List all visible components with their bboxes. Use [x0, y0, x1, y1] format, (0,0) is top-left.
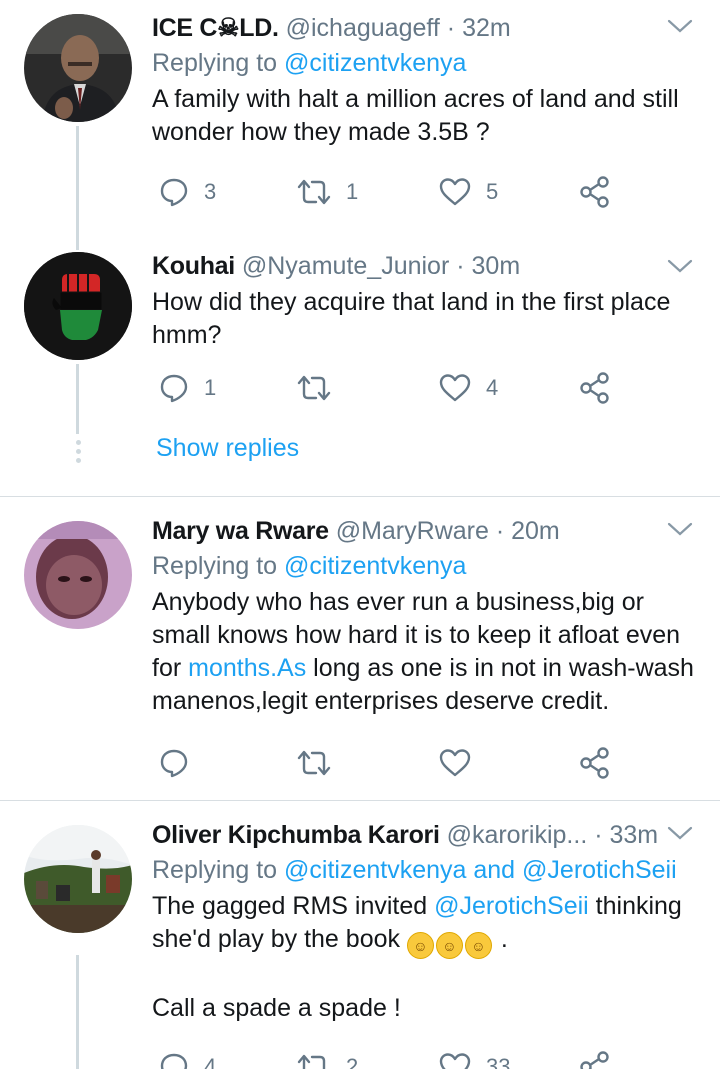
avatar-kouhai[interactable] [24, 252, 132, 360]
thread-line [76, 364, 79, 434]
replying-prefix: Replying to [152, 856, 285, 884]
like-button[interactable]: 5 [438, 172, 498, 212]
heart-icon [439, 178, 471, 206]
tweet-text-part: . [493, 925, 508, 953]
replying-to: Replying to @citizentvkenya [152, 550, 696, 582]
share-icon [580, 747, 609, 779]
tweet-text-link[interactable]: months.As [188, 654, 306, 682]
retweet-button[interactable]: 1 [296, 172, 358, 212]
retweet-icon [297, 1054, 326, 1069]
tweet-mary-wa-rware[interactable]: Mary wa Rware @MaryRware · 20m Replying … [0, 497, 720, 800]
tweet-text-link[interactable]: @JerotichSeii [434, 892, 589, 920]
chevron-down-icon[interactable] [666, 16, 694, 36]
tweet-oliver-karori[interactable]: Oliver Kipchumba Karori @karorikip... · … [0, 801, 720, 1069]
thread-line [76, 126, 79, 240]
reply-button[interactable]: 1 [158, 368, 216, 408]
author-handle[interactable]: @karorikip... [447, 821, 588, 849]
author-handle[interactable]: @MaryRware [336, 517, 489, 545]
replying-to-link[interactable]: @citizentvkenya [284, 49, 466, 77]
replying-to-link[interactable]: @citizentvkenya [284, 552, 466, 580]
separator: · [594, 821, 603, 849]
separator: · [456, 252, 465, 280]
reply-button[interactable]: 4 [158, 1047, 216, 1069]
like-count: 5 [486, 179, 499, 204]
chevron-down-icon[interactable] [666, 823, 694, 843]
author-name[interactable]: Kouhai [152, 252, 235, 280]
thread-line [76, 240, 79, 250]
tweet-text: How did they acquire that land in the fi… [152, 288, 671, 349]
separator: · [495, 517, 505, 545]
share-icon [580, 372, 609, 404]
replying-to-link[interactable]: @citizentvkenya and @JerotichSeii [284, 856, 677, 884]
retweet-count: 2 [346, 1054, 359, 1069]
tweet-kouhai[interactable]: Kouhai @Nyamute_Junior · 30m How did the… [0, 240, 720, 496]
like-button[interactable] [438, 743, 472, 783]
reply-icon [160, 374, 188, 403]
like-button[interactable]: 33 [438, 1047, 510, 1069]
tweet-text: The gagged RMS invited @JerotichSeii thi… [152, 890, 696, 959]
avatar-oliver-karori[interactable] [24, 825, 132, 933]
chevron-down-icon[interactable] [666, 256, 694, 276]
reply-count: 1 [204, 375, 217, 400]
retweet-icon [297, 179, 331, 205]
tweet-ice-cold[interactable]: ICE C☠LD. @ichaguageff · 32m Replying to… [0, 0, 720, 240]
retweet-button[interactable]: 2 [296, 1047, 358, 1069]
thread-dots [74, 440, 82, 467]
tweet-text-line-2: Call a spade a spade ! [152, 994, 401, 1022]
timestamp[interactable]: 20m [511, 517, 560, 545]
timestamp[interactable]: 30m [472, 252, 521, 280]
replying-to: Replying to @citizentvkenya [152, 47, 696, 79]
like-count: 4 [486, 375, 499, 400]
share-button[interactable] [578, 172, 612, 212]
timestamp[interactable]: 32m [462, 14, 511, 42]
retweet-icon [297, 375, 331, 401]
share-icon [580, 1051, 609, 1069]
heart-icon [439, 749, 471, 777]
rolling-on-floor-laughing-emoji: ☺ [435, 932, 463, 959]
share-button[interactable] [578, 1047, 612, 1069]
reply-button[interactable]: 3 [158, 172, 216, 212]
replying-to: Replying to @citizentvkenya and @Jerotic… [152, 854, 696, 886]
replying-prefix: Replying to [152, 552, 285, 580]
replying-prefix: Replying to [152, 49, 285, 77]
reply-icon [160, 178, 188, 207]
share-button[interactable] [578, 368, 612, 408]
reply-count: 4 [204, 1054, 217, 1069]
reply-button[interactable] [158, 743, 190, 783]
like-button[interactable]: 4 [438, 368, 498, 408]
heart-icon [439, 1053, 471, 1069]
retweet-icon [297, 750, 331, 776]
tweet-text: Anybody who has ever run a business,big … [152, 586, 696, 718]
tweet-text: A family with halt a million acres of la… [152, 85, 679, 146]
share-button[interactable] [578, 743, 612, 783]
thread-line [76, 955, 79, 1069]
reply-count: 3 [204, 179, 217, 204]
author-handle[interactable]: @ichaguageff [286, 14, 440, 42]
tweet-text-part: The gagged RMS invited [152, 892, 435, 920]
rolling-on-floor-laughing-emoji: ☺ [406, 932, 434, 959]
avatar-ice-cold[interactable] [24, 14, 132, 122]
reply-icon [160, 749, 188, 778]
retweet-count: 1 [346, 179, 359, 204]
like-count: 33 [486, 1054, 511, 1069]
author-name[interactable]: Mary wa Rware [152, 517, 329, 545]
retweet-button[interactable] [296, 743, 332, 783]
author-name[interactable]: ICE C☠LD. [152, 14, 279, 42]
author-name[interactable]: Oliver Kipchumba Karori [152, 821, 440, 849]
author-handle[interactable]: @Nyamute_Junior [242, 252, 449, 280]
show-replies-link[interactable]: Show replies [156, 434, 299, 463]
separator: · [446, 14, 456, 42]
rolling-on-floor-laughing-emoji: ☺ [464, 932, 492, 959]
share-icon [580, 176, 609, 208]
timestamp[interactable]: 33m [610, 821, 659, 849]
heart-icon [439, 374, 471, 402]
avatar-mary-wa-rware[interactable] [24, 521, 132, 629]
reply-icon [160, 1053, 188, 1069]
chevron-down-icon[interactable] [666, 519, 694, 539]
retweet-button[interactable] [296, 368, 346, 408]
